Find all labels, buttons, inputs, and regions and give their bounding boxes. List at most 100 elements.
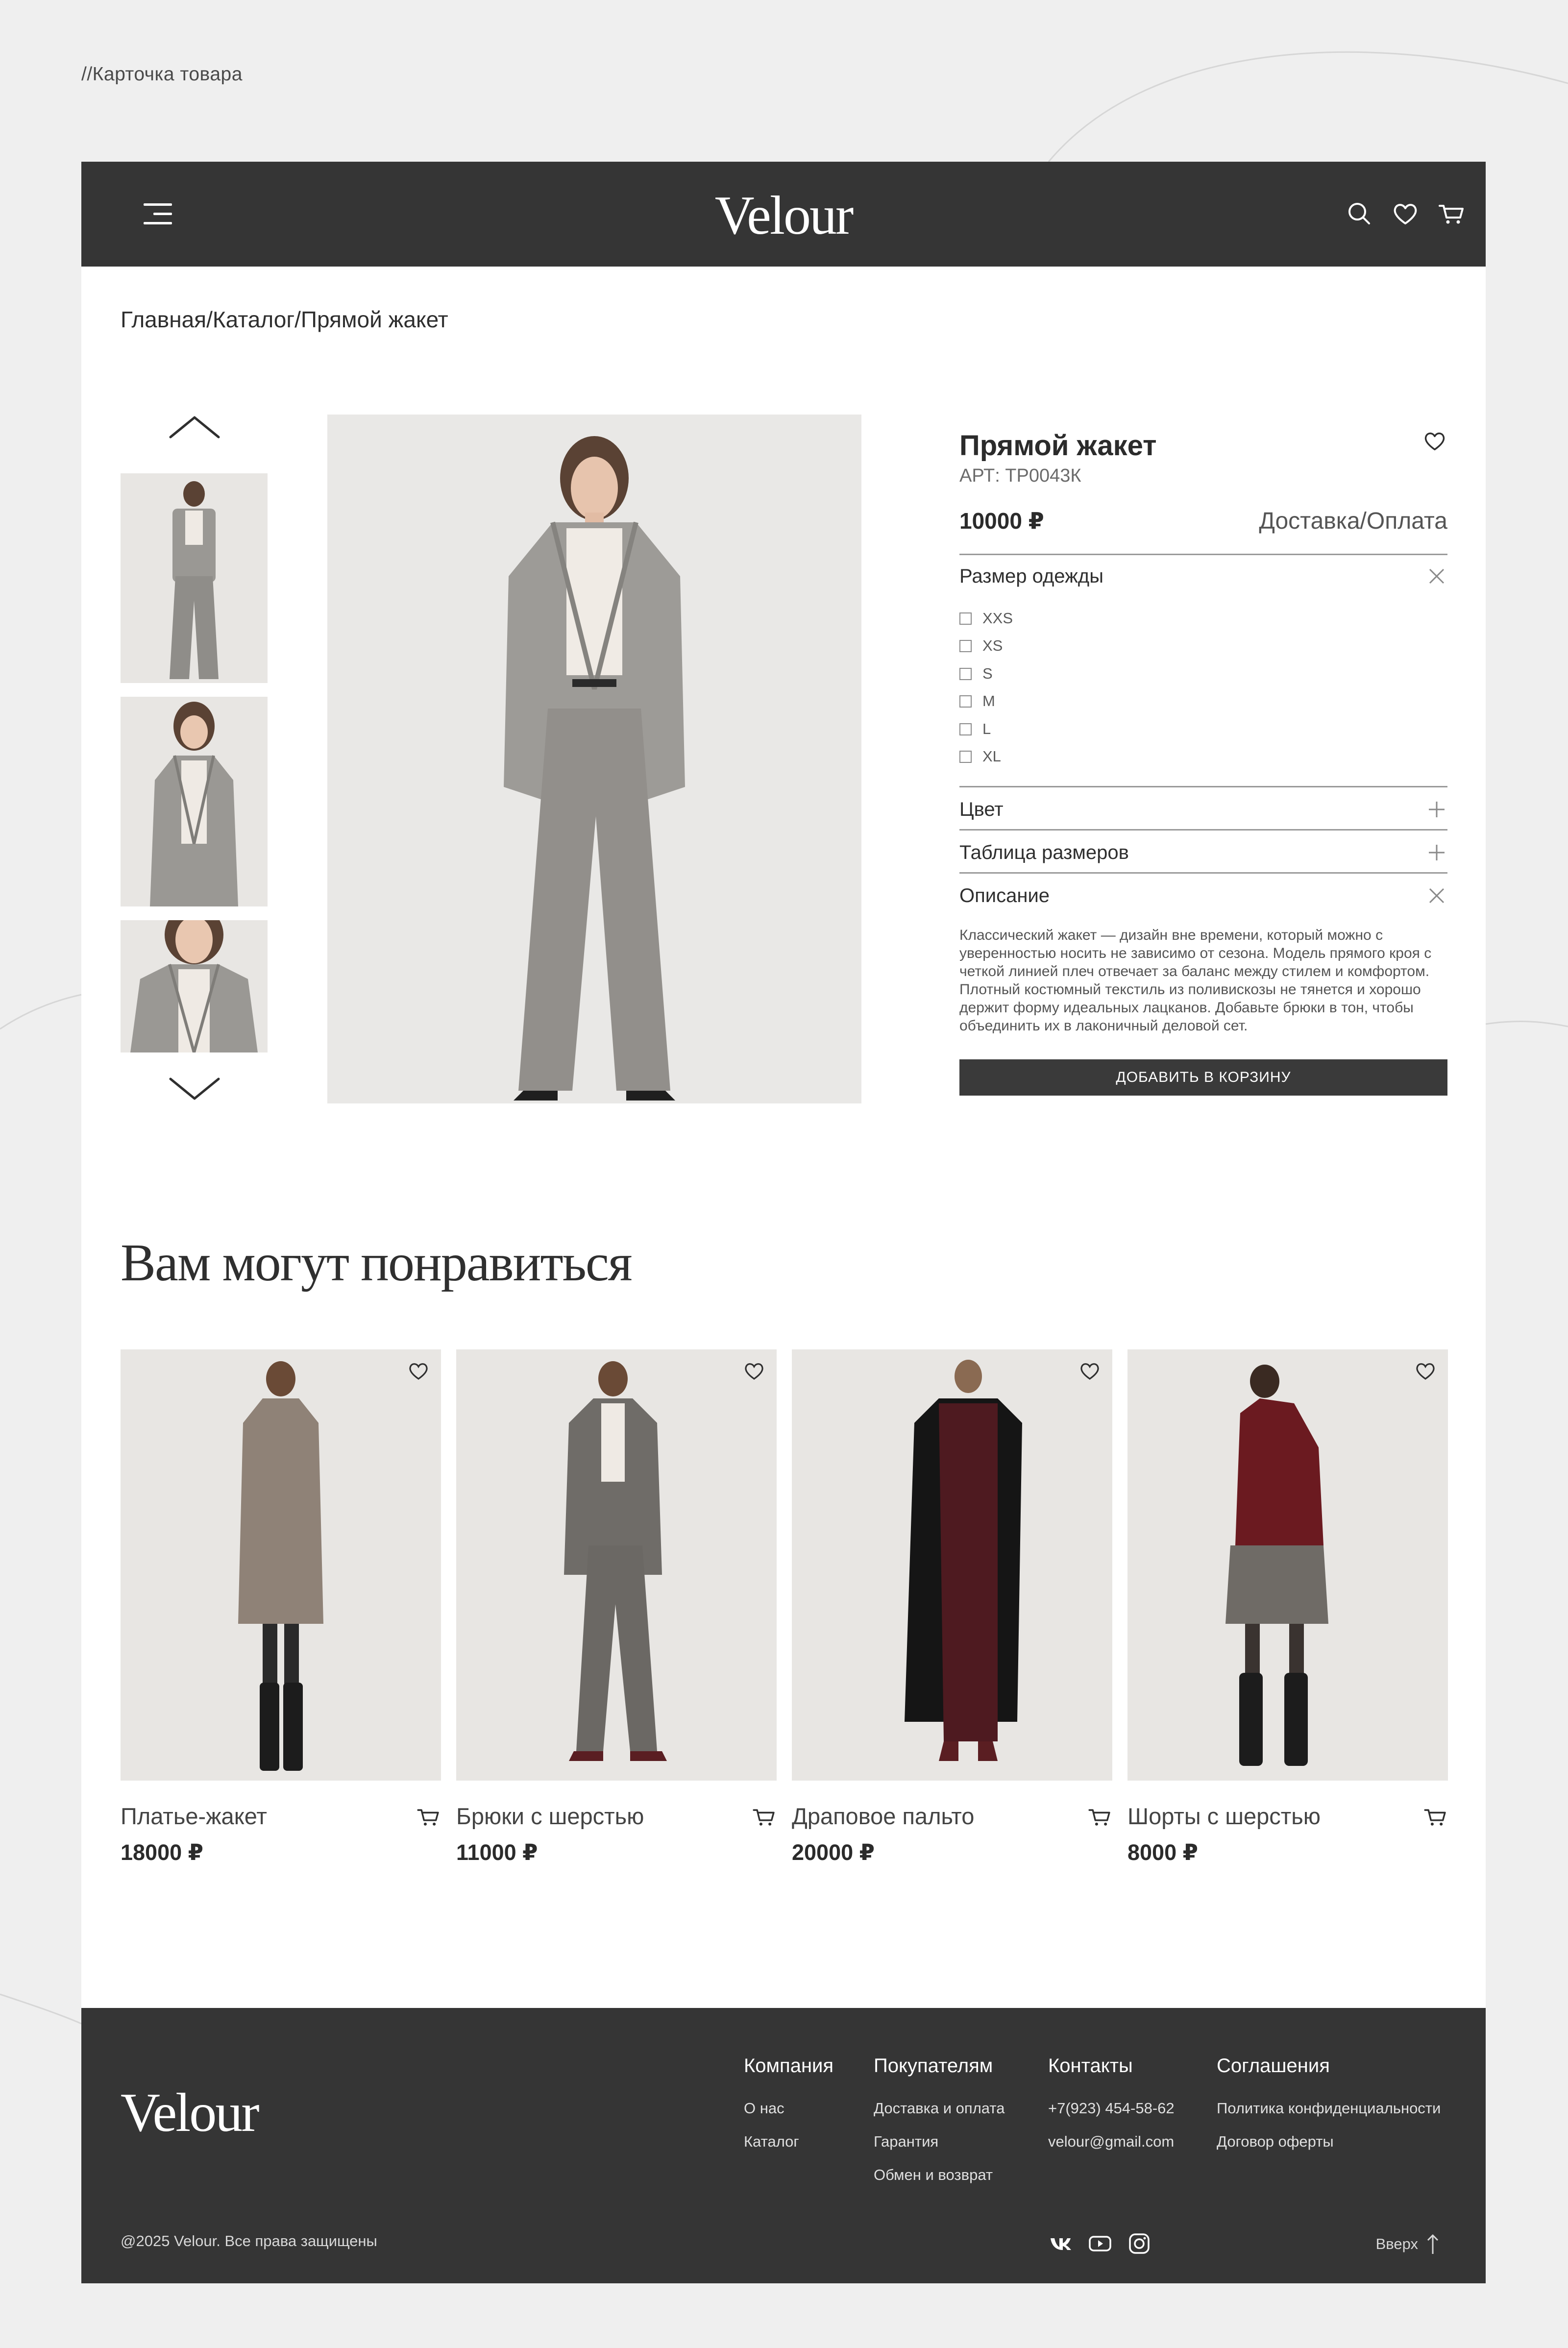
checkbox[interactable] <box>959 723 972 735</box>
accordion-size-title[interactable]: Размер одежды <box>959 565 1103 587</box>
accordion-size-table-title[interactable]: Таблица размеров <box>959 842 1129 864</box>
chevron-down-icon[interactable] <box>168 1075 221 1104</box>
product-photo <box>456 1349 777 1781</box>
heart-icon[interactable] <box>407 1359 430 1383</box>
heart-icon[interactable] <box>1391 199 1420 228</box>
footer-column-company: Компания О нас Каталог <box>744 2055 833 2166</box>
checkbox[interactable] <box>959 667 972 680</box>
recommendation-price: 8000 ₽ <box>1127 1840 1198 1865</box>
recommendation-name[interactable]: Драповое пальто <box>792 1803 974 1830</box>
breadcrumb-current: Прямой жакет <box>300 307 448 332</box>
product-title: Прямой жакет <box>959 430 1157 462</box>
footer-column-customers: Покупателям Доставка и оплата Гарантия О… <box>874 2055 1004 2200</box>
heart-icon[interactable] <box>1422 428 1447 454</box>
size-label: XL <box>982 748 1001 765</box>
checkbox[interactable] <box>959 695 972 708</box>
footer-link-warranty[interactable]: Гарантия <box>874 2133 1004 2166</box>
arrow-up-icon <box>1427 2234 1439 2254</box>
cart-icon[interactable] <box>751 1804 777 1830</box>
back-to-top-link[interactable]: Вверх <box>1376 2233 1442 2255</box>
size-option-xl[interactable]: XL <box>959 747 1001 766</box>
breadcrumb: Главная/Каталог/Прямой жакет <box>121 306 448 333</box>
cart-icon[interactable] <box>1087 1804 1112 1830</box>
size-label: S <box>982 665 993 682</box>
thumbnail-image <box>121 920 268 1052</box>
recommendation-price: 18000 ₽ <box>121 1840 203 1865</box>
divider <box>959 829 1447 831</box>
footer-logo[interactable]: Velour <box>121 2081 260 2145</box>
checkbox[interactable] <box>959 639 972 652</box>
recommendation-image[interactable] <box>456 1349 777 1781</box>
size-option-xs[interactable]: XS <box>959 636 1003 656</box>
back-to-top-label: Вверх <box>1375 2235 1418 2252</box>
checkbox[interactable] <box>959 612 972 625</box>
recommendation-name[interactable]: Брюки с шерстью <box>456 1803 644 1830</box>
divider <box>959 786 1447 787</box>
heart-icon[interactable] <box>1414 1359 1437 1383</box>
add-to-cart-button[interactable]: ДОБАВИТЬ В КОРЗИНУ <box>959 1059 1447 1096</box>
footer-link-catalog[interactable]: Каталог <box>744 2133 833 2166</box>
accordion-color-title[interactable]: Цвет <box>959 799 1004 821</box>
heart-icon[interactable] <box>742 1359 766 1383</box>
product-main-image <box>327 415 861 1103</box>
gallery-thumbnail-3[interactable] <box>121 920 268 1052</box>
footer-link-offer[interactable]: Договор оферты <box>1217 2133 1441 2166</box>
product-photo <box>792 1349 1112 1781</box>
instagram-icon[interactable] <box>1127 2231 1152 2256</box>
recommendations-title: Вам могут понравиться <box>121 1234 633 1292</box>
footer-column-agreements: Соглашения Политика конфиденциальности Д… <box>1217 2055 1441 2166</box>
plus-icon[interactable] <box>1428 801 1446 818</box>
product-photo <box>327 415 861 1103</box>
size-option-s[interactable]: S <box>959 664 993 684</box>
footer-link-about[interactable]: О нас <box>744 2100 833 2133</box>
size-option-l[interactable]: L <box>959 719 991 739</box>
close-icon[interactable] <box>1428 567 1446 585</box>
recommendation-image[interactable] <box>1127 1349 1448 1781</box>
footer-link-email[interactable]: velour@gmail.com <box>1048 2133 1175 2166</box>
size-option-m[interactable]: M <box>959 691 995 711</box>
close-icon[interactable] <box>1428 887 1446 905</box>
footer-column-title: Покупателям <box>874 2055 993 2077</box>
breadcrumb-home[interactable]: Главная <box>121 307 206 332</box>
accordion-description-title[interactable]: Описание <box>959 885 1050 907</box>
site-footer: Velour Компания О нас Каталог Покупателя… <box>81 2008 1486 2283</box>
page-caption: //Карточка товара <box>81 64 243 85</box>
size-label: XS <box>982 637 1003 654</box>
recommendation-name[interactable]: Платье-жакет <box>121 1803 267 1830</box>
youtube-icon[interactable] <box>1088 2231 1112 2256</box>
footer-link-delivery[interactable]: Доставка и оплата <box>874 2100 1004 2133</box>
gallery-thumbnail-2[interactable] <box>121 697 268 906</box>
size-option-xxs[interactable]: XXS <box>959 609 1013 628</box>
gallery-thumbnail-1[interactable] <box>121 473 268 683</box>
thumbnail-image <box>121 473 268 683</box>
plus-icon[interactable] <box>1428 844 1446 861</box>
cart-icon[interactable] <box>1437 199 1466 228</box>
recommendation-price: 20000 ₽ <box>792 1840 875 1865</box>
footer-column-contacts: Контакты +7(923) 454-58-62 velour@gmail.… <box>1048 2055 1175 2166</box>
checkbox[interactable] <box>959 750 972 763</box>
cart-icon[interactable] <box>416 1804 441 1830</box>
brand-logo[interactable]: Velour <box>81 184 1486 247</box>
footer-link-privacy[interactable]: Политика конфиденциальности <box>1217 2100 1441 2133</box>
footer-column-title: Контакты <box>1048 2055 1133 2077</box>
heart-icon[interactable] <box>1078 1359 1102 1383</box>
product-page-mockup: Velour Главная/Каталог/Прямой жакет Прям… <box>81 162 1486 2283</box>
size-label: XXS <box>982 610 1013 627</box>
cart-icon[interactable] <box>1422 1804 1448 1830</box>
divider <box>959 872 1447 874</box>
recommendation-name[interactable]: Шорты с шерстью <box>1127 1803 1321 1830</box>
size-label: M <box>982 692 995 709</box>
chevron-up-icon[interactable] <box>168 412 221 441</box>
vk-icon[interactable] <box>1049 2231 1073 2256</box>
footer-column-title: Соглашения <box>1217 2055 1330 2077</box>
recommendation-image[interactable] <box>792 1349 1112 1781</box>
product-photo <box>1127 1349 1448 1781</box>
breadcrumb-catalog[interactable]: Каталог <box>213 307 294 332</box>
copyright: @2025 Velour. Все права защищены <box>121 2232 377 2250</box>
search-icon[interactable] <box>1345 199 1374 228</box>
footer-link-phone[interactable]: +7(923) 454-58-62 <box>1048 2100 1175 2133</box>
recommendation-image[interactable] <box>121 1349 441 1781</box>
product-price: 10000 ₽ <box>959 508 1044 534</box>
footer-link-returns[interactable]: Обмен и возврат <box>874 2166 1004 2200</box>
delivery-payment-link[interactable]: Доставка/Оплата <box>1259 508 1447 535</box>
